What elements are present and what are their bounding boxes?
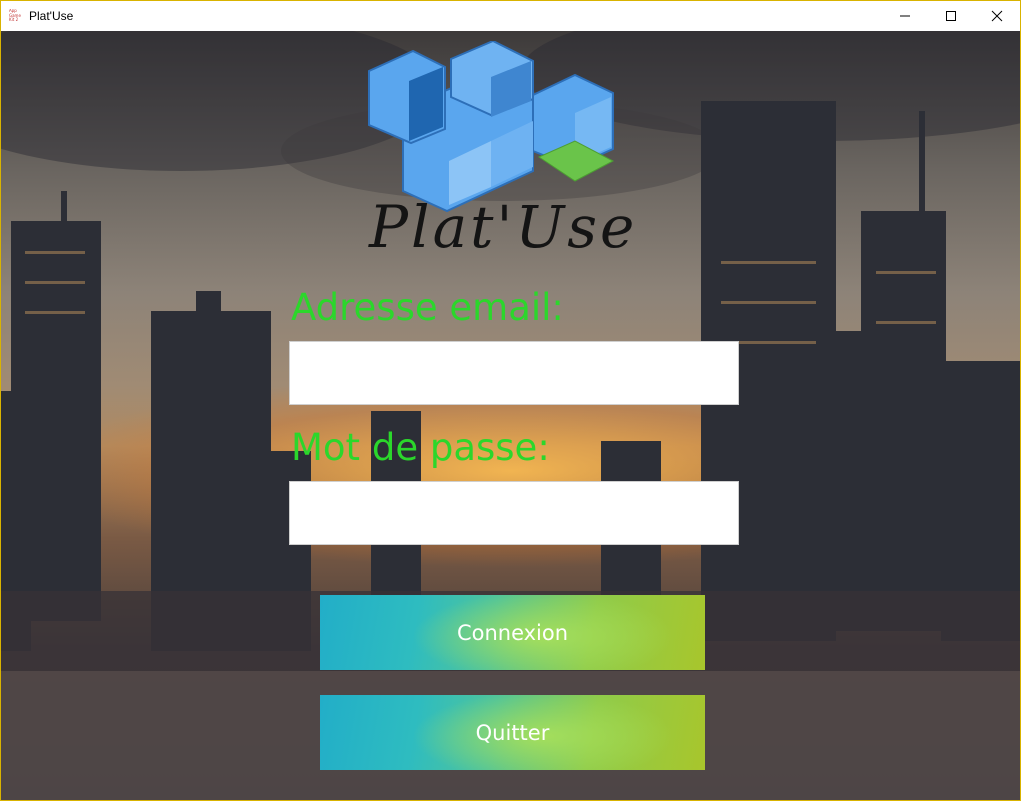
maximize-button[interactable]	[928, 1, 974, 31]
title-bar[interactable]: App Game Kit 2 Plat'Use	[1, 1, 1020, 31]
minimize-icon	[900, 15, 910, 17]
close-icon	[991, 10, 1003, 22]
close-button[interactable]	[974, 1, 1020, 31]
login-screen: Plat'Use Adresse email: Mot de passe: Co…	[1, 31, 1020, 800]
password-label: Mot de passe:	[291, 426, 550, 469]
email-label: Adresse email:	[291, 286, 564, 329]
app-icon-label: App Game Kit 2	[9, 9, 21, 23]
window-controls	[882, 1, 1020, 31]
logo-text: Plat'Use	[369, 193, 638, 261]
password-input[interactable]	[289, 481, 739, 545]
window-title: Plat'Use	[29, 9, 74, 23]
maximize-icon	[946, 11, 956, 21]
quit-button[interactable]: Quitter	[320, 695, 705, 770]
connect-button[interactable]: Connexion	[320, 595, 705, 670]
minimize-button[interactable]	[882, 1, 928, 31]
email-input[interactable]	[289, 341, 739, 405]
app-icon: App Game Kit 2	[9, 9, 23, 23]
app-window: App Game Kit 2 Plat'Use Plat'Use Adresse…	[0, 0, 1021, 801]
